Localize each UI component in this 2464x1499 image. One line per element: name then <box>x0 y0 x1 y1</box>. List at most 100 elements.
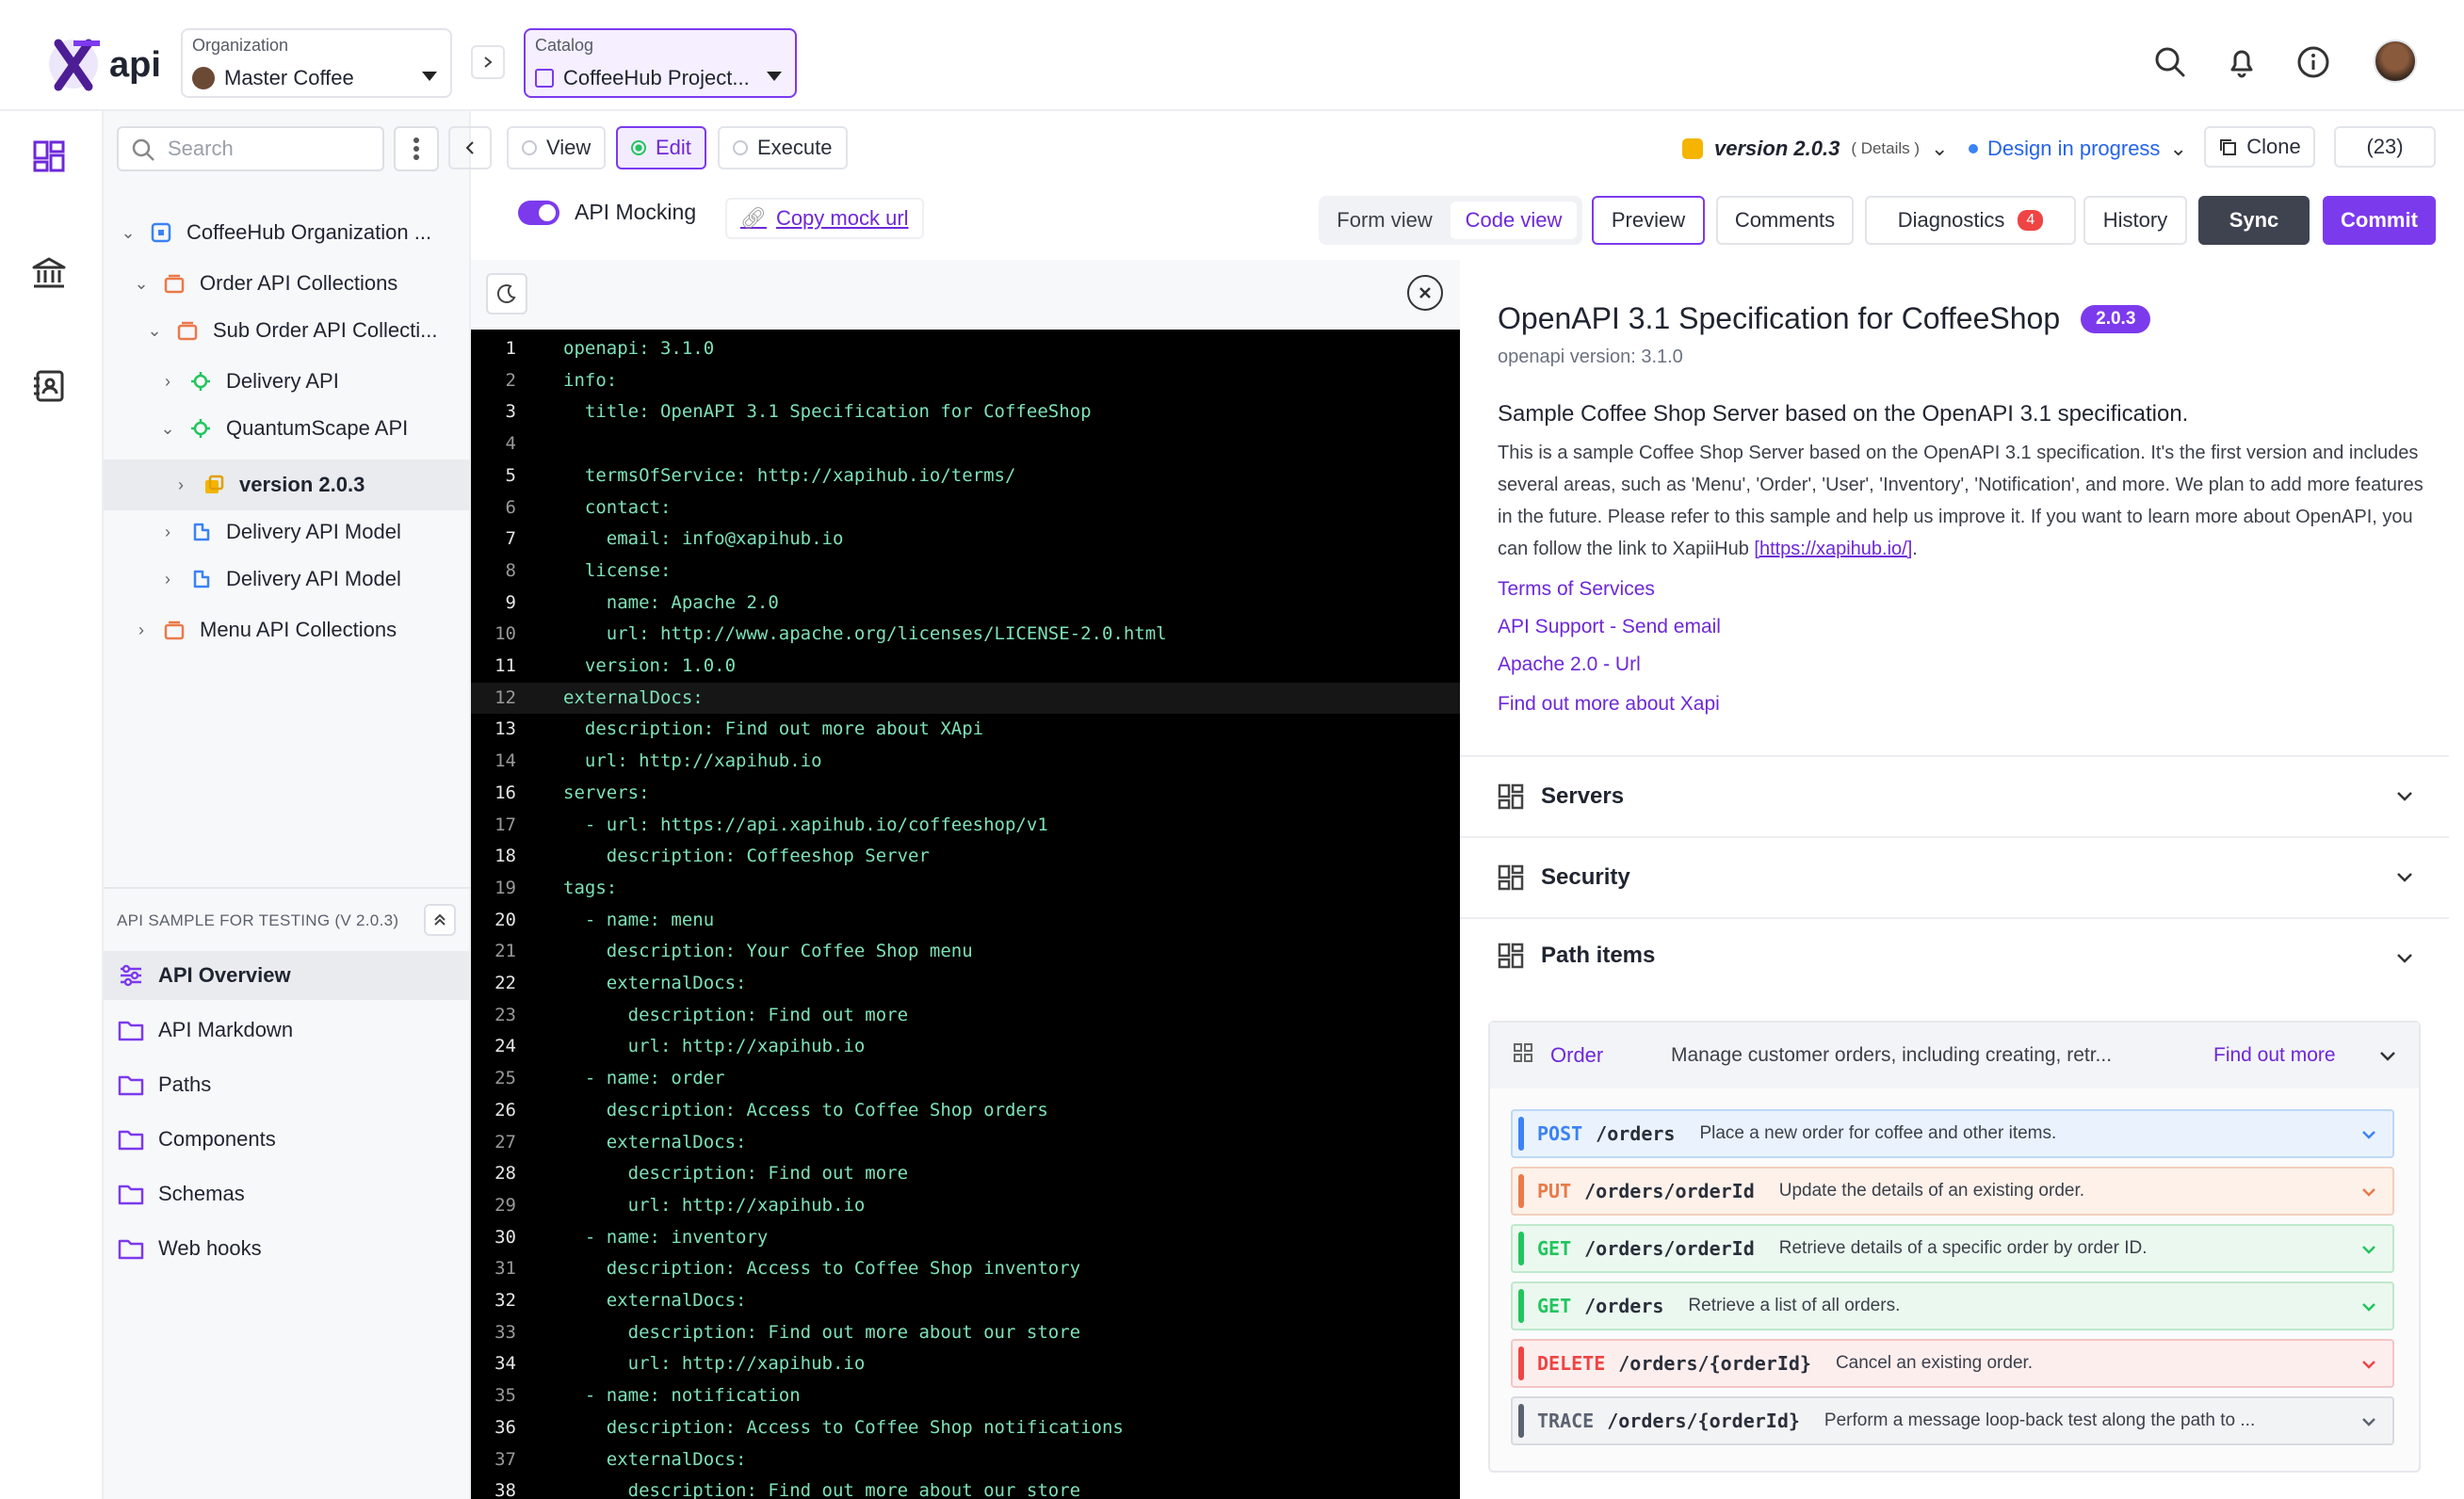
code-line[interactable]: 3 title: OpenAPI 3.1 Specification for C… <box>471 396 1460 428</box>
tree-item-delivery-api-model-1[interactable]: › Delivery API Model <box>104 510 471 554</box>
history-button[interactable]: History <box>2083 196 2187 245</box>
code-line[interactable]: 23 description: Find out more <box>471 1000 1460 1032</box>
license-link[interactable]: Apache 2.0 - Url <box>1498 653 1641 676</box>
code-line[interactable]: 30 - name: inventory <box>471 1222 1460 1254</box>
nav-schemas[interactable]: Schemas <box>104 1169 471 1218</box>
nav-web-hooks[interactable]: Web hooks <box>104 1224 471 1273</box>
code-line[interactable]: 14 url: http://xapihub.io <box>471 746 1460 778</box>
operation-row[interactable]: POST/orders Place a new order for coffee … <box>1511 1109 2394 1158</box>
code-view-tab[interactable]: Code view <box>1451 201 1577 239</box>
search-input[interactable] <box>168 136 375 162</box>
catalog-select[interactable]: Catalog CoffeeHub Project... <box>524 28 797 98</box>
code-line[interactable]: 34 url: http://xapihub.io <box>471 1348 1460 1380</box>
code-line[interactable]: 19 tags: <box>471 873 1460 905</box>
breadcrumb-arrow-button[interactable] <box>471 45 505 79</box>
code-line[interactable]: 33 description: Find out more about our … <box>471 1317 1460 1349</box>
code-line[interactable]: 7 email: info@xapihub.io <box>471 524 1460 556</box>
code-line[interactable]: 26 description: Access to Coffee Shop or… <box>471 1095 1460 1127</box>
tree-item-order-collections[interactable]: ⌄ Order API Collections <box>104 262 471 305</box>
code-line[interactable]: 6 contact: <box>471 492 1460 524</box>
terms-link[interactable]: Terms of Services <box>1498 578 1655 601</box>
clone-button[interactable]: Clone <box>2204 126 2315 168</box>
tree-item-organization[interactable]: ⌄ CoffeeHub Organization ... <box>104 211 471 254</box>
toggle-switch[interactable] <box>518 200 559 225</box>
code-line[interactable]: 37 externalDocs: <box>471 1444 1460 1476</box>
form-view-tab[interactable]: Form view <box>1326 201 1443 239</box>
search-icon[interactable] <box>2151 43 2189 81</box>
security-section[interactable]: Security <box>1460 836 2449 917</box>
operation-row[interactable]: GET/orders/orderId Retrieve details of a … <box>1511 1224 2394 1273</box>
code-line[interactable]: 27 externalDocs: <box>471 1127 1460 1159</box>
diagnostics-button[interactable]: Diagnostics 4 <box>1865 196 2076 245</box>
tree-item-sub-order-collections[interactable]: ⌄ Sub Order API Collecti... <box>104 309 471 352</box>
code-line[interactable]: 25 - name: order <box>471 1063 1460 1095</box>
xapi-more-link[interactable]: Find out more about Xapi <box>1498 693 1720 716</box>
code-line[interactable]: 2 info: <box>471 365 1460 397</box>
organization-select[interactable]: Organization Master Coffee <box>181 28 452 98</box>
code-line[interactable]: 9 name: Apache 2.0 <box>471 588 1460 620</box>
comments-button[interactable]: Comments <box>1716 196 1854 245</box>
code-line[interactable]: 16 servers: <box>471 778 1460 810</box>
code-editor[interactable]: 1 openapi: 3.1.0 2 info: 3 title: OpenAPI 3.… <box>471 330 1460 1499</box>
code-line[interactable]: 24 url: http://xapihub.io <box>471 1031 1460 1063</box>
code-line[interactable]: 35 - name: notification <box>471 1380 1460 1412</box>
bank-icon[interactable] <box>28 252 70 294</box>
code-line[interactable]: 13 description: Find out more about XApi <box>471 714 1460 746</box>
code-line[interactable]: 4 <box>471 428 1460 460</box>
path-items-section[interactable]: Path items <box>1460 917 2449 992</box>
info-icon[interactable] <box>2294 43 2332 81</box>
tree-item-delivery-api-model-2[interactable]: › Delivery API Model <box>104 557 471 601</box>
code-line[interactable]: 17 - url: https://api.xapihub.io/coffees… <box>471 810 1460 842</box>
collapse-section-button[interactable] <box>424 904 456 936</box>
code-line[interactable]: 29 url: http://xapihub.io <box>471 1190 1460 1222</box>
nav-components[interactable]: Components <box>104 1115 471 1164</box>
nav-api-markdown[interactable]: API Markdown <box>104 1006 471 1055</box>
code-line[interactable]: 12 externalDocs: <box>471 682 1460 715</box>
code-line[interactable]: 8 license: <box>471 556 1460 588</box>
mode-view-button[interactable]: View <box>507 126 607 169</box>
status-selector[interactable]: Design in progress ⌄ <box>1969 132 2187 166</box>
more-options-button[interactable] <box>394 126 439 171</box>
code-line[interactable]: 32 externalDocs: <box>471 1285 1460 1317</box>
code-line[interactable]: 10 url: http://www.apache.org/licenses/L… <box>471 619 1460 651</box>
api-mocking-toggle[interactable]: API Mocking <box>518 200 696 225</box>
commit-button[interactable]: Commit <box>2323 196 2436 245</box>
operation-row[interactable]: GET/orders Retrieve a list of all orders. <box>1511 1281 2394 1330</box>
xapi-logo[interactable]: api <box>45 28 168 94</box>
support-link[interactable]: API Support - Send email <box>1498 616 1721 638</box>
code-line[interactable]: 22 externalDocs: <box>471 968 1460 1000</box>
code-line[interactable]: 31 description: Access to Coffee Shop in… <box>471 1253 1460 1285</box>
code-line[interactable]: 21 description: Your Coffee Shop menu <box>471 936 1460 968</box>
operation-row[interactable]: TRACE/orders/{orderId} Perform a message … <box>1511 1396 2394 1445</box>
count-button[interactable]: (23) <box>2334 126 2436 168</box>
sync-button[interactable]: Sync <box>2198 196 2310 245</box>
code-line[interactable]: 18 description: Coffeeshop Server <box>471 841 1460 873</box>
tree-item-quantumscape-api[interactable]: ⌄ QuantumScape API <box>104 407 471 450</box>
nav-api-overview[interactable]: API Overview <box>104 951 471 1000</box>
code-line[interactable]: 5 termsOfService: http://xapihub.io/term… <box>471 460 1460 492</box>
tree-item-menu-collections[interactable]: › Menu API Collections <box>104 608 471 652</box>
preview-button[interactable]: Preview <box>1592 196 1705 245</box>
tree-search[interactable] <box>117 126 384 171</box>
bell-icon[interactable] <box>2223 43 2261 81</box>
find-out-more-link[interactable]: Find out more <box>2213 1044 2336 1067</box>
operation-row[interactable]: PUT/orders/orderId Update the details of … <box>1511 1167 2394 1216</box>
operation-row[interactable]: DELETE/orders/{orderId} Cancel an existin… <box>1511 1339 2394 1388</box>
code-line[interactable]: 11 version: 1.0.0 <box>471 651 1460 683</box>
dashboard-icon[interactable] <box>28 136 70 177</box>
servers-section[interactable]: Servers <box>1460 755 2449 836</box>
tree-item-version[interactable]: › version 2.0.3 <box>104 459 471 510</box>
mode-edit-button[interactable]: Edit <box>616 126 706 169</box>
user-avatar[interactable] <box>2374 40 2417 83</box>
back-button[interactable] <box>448 126 492 169</box>
tree-item-delivery-api[interactable]: › Delivery API <box>104 360 471 403</box>
order-group-header[interactable]: Order Manage customer orders, including … <box>1490 1023 2419 1088</box>
version-selector[interactable]: version 2.0.3 ( Details ) ⌄ <box>1682 132 1948 166</box>
mode-execute-button[interactable]: Execute <box>718 126 848 169</box>
copy-mock-url-button[interactable]: 🔗︎ Copy mock url <box>725 198 924 239</box>
code-line[interactable]: 36 description: Access to Coffee Shop no… <box>471 1412 1460 1444</box>
code-line[interactable]: 28 description: Find out more <box>471 1158 1460 1190</box>
close-editor-button[interactable] <box>1407 275 1443 311</box>
contacts-book-icon[interactable] <box>28 365 70 407</box>
xapihub-link[interactable]: [https://xapihub.io/] <box>1754 539 1912 559</box>
